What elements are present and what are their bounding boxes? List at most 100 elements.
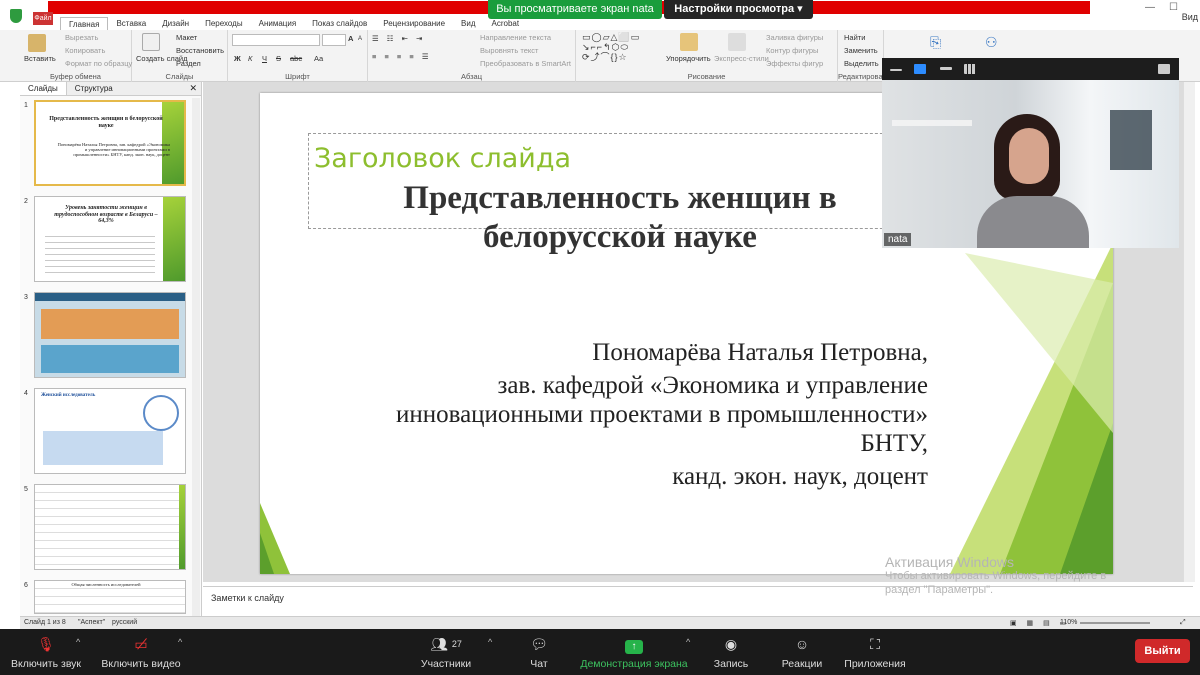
strike-button[interactable]: S [276, 54, 281, 63]
font-size-up-button[interactable]: A [348, 34, 353, 43]
tab-outline[interactable]: Структура [67, 82, 121, 95]
format-painter-button[interactable]: Формат по образцу [65, 59, 132, 68]
minimize-video-icon[interactable] [890, 69, 902, 71]
drawing-group-title: Рисование [687, 72, 726, 81]
strikethrough-abc-button[interactable]: abc [290, 54, 302, 63]
arrange-button[interactable]: Упорядочить [666, 54, 711, 63]
slide-thumbnail[interactable]: Уровень занятости женщин в трудоспособно… [34, 196, 186, 282]
slides-group: Создать слайд Макет Восстановить Раздел … [132, 30, 228, 82]
tab-acrobat[interactable]: Acrobat [484, 17, 528, 30]
close-icon[interactable]: ✕ [189, 83, 197, 94]
thumbnail-title: Уровень занятости женщин в трудоспособно… [54, 205, 158, 225]
layout-button[interactable]: Макет [176, 33, 197, 42]
copy-button[interactable]: Копировать [65, 46, 105, 55]
person-face [1009, 128, 1049, 184]
record-icon: ◉ [724, 636, 738, 652]
quick-styles-button[interactable]: Экспресс-стили [714, 54, 769, 63]
tab-view[interactable]: Вид [453, 17, 483, 30]
participant-video[interactable]: nata [882, 58, 1179, 248]
tab-slideshow[interactable]: Показ слайдов [304, 17, 375, 30]
slide-subtitle[interactable]: Пономарёва Наталья Петровна, зав. кафедр… [360, 338, 928, 495]
slide-thumbnail[interactable] [34, 484, 186, 570]
slide-thumbnail[interactable]: Женский исследователь [34, 388, 186, 474]
person-body [977, 196, 1089, 248]
tab-design[interactable]: Дизайн [154, 17, 197, 30]
audio-options-caret[interactable]: ^ [76, 637, 80, 647]
slide-thumbnail[interactable]: Представленность женщин в белорусской на… [34, 100, 186, 186]
view-label[interactable]: Вид [1182, 12, 1198, 22]
clipboard-group: Вставить Вырезать Копировать Формат по о… [20, 30, 132, 82]
align-text-button[interactable]: Выровнять текст [480, 46, 538, 55]
slides-panel: Слайды Структура ✕ 1 Представленность же… [20, 82, 202, 617]
acrobat-create-icon[interactable]: ⎘ [930, 34, 941, 51]
view-options-button[interactable]: Настройки просмотра ▾ [664, 0, 813, 19]
tab-insert[interactable]: Вставка [108, 17, 154, 30]
thumbnail-header-band [35, 293, 185, 301]
active-speaker-icon[interactable] [914, 64, 926, 74]
title-bar: Файл Вы просматриваете экран nata Настро… [0, 0, 1200, 25]
unmute-label: Включить звук [10, 658, 82, 670]
shape-effects-button[interactable]: Эффекты фигур [766, 59, 823, 68]
tab-review[interactable]: Рецензирование [375, 17, 453, 30]
reset-button[interactable]: Восстановить [176, 46, 224, 55]
slide-thumbnail[interactable]: Общая численность исследователей [34, 580, 186, 614]
reactions-button[interactable]: ☺ Реакции [778, 635, 826, 670]
tab-animation[interactable]: Анимация [251, 17, 305, 30]
participants-options-caret[interactable]: ^ [488, 637, 492, 647]
tab-home[interactable]: Главная [60, 17, 109, 30]
gallery-view-icon[interactable] [964, 64, 976, 74]
tab-transitions[interactable]: Переходы [197, 17, 251, 30]
paste-button[interactable]: Вставить [24, 54, 56, 63]
replace-button[interactable]: Заменить [844, 46, 878, 55]
share-screen-button[interactable]: ↑ Демонстрация экрана [578, 635, 690, 670]
change-case-button[interactable]: Aa [314, 54, 323, 63]
reactions-icon: ☺ [794, 636, 810, 652]
zoom-slider[interactable] [1080, 622, 1150, 624]
font-size-select[interactable] [322, 34, 346, 46]
smartart-button[interactable]: Преобразовать в SmartArt [480, 59, 571, 68]
font-group-title: Шрифт [285, 72, 310, 81]
leave-button[interactable]: Выйти [1135, 639, 1190, 663]
minimize-icon[interactable]: — [1145, 2, 1169, 13]
apps-button[interactable]: ⛶ Приложения [840, 635, 910, 670]
exit-floating-icon[interactable] [1158, 64, 1170, 74]
cut-button[interactable]: Вырезать [65, 33, 98, 42]
find-button[interactable]: Найти [844, 33, 865, 42]
chat-button[interactable]: 💬︎ Чат [524, 635, 554, 670]
record-button[interactable]: ◉ Запись [710, 635, 752, 670]
underline-button[interactable]: Ч [262, 54, 267, 63]
font-name-select[interactable] [232, 34, 320, 46]
section-button[interactable]: Раздел [176, 59, 201, 68]
slide-thumbnail[interactable] [34, 292, 186, 378]
shape-fill-button[interactable]: Заливка фигуры [766, 33, 823, 42]
file-tab[interactable]: Файл [33, 12, 53, 25]
video-options-caret[interactable]: ^ [178, 637, 182, 647]
tab-slides[interactable]: Слайды [20, 82, 67, 95]
subtitle-line: Пономарёва Наталья Петровна, [592, 339, 928, 366]
acrobat-share-icon[interactable]: ⚇ [985, 34, 998, 51]
share-options-caret[interactable]: ^ [686, 637, 690, 647]
list-buttons[interactable]: ☰ ☷ ⇤ ⇥ [372, 34, 425, 43]
language-indicator[interactable]: русский [112, 619, 137, 626]
thumbnail-infographic [41, 309, 179, 339]
vertical-scrollbar[interactable] [1183, 82, 1195, 582]
notes-placeholder: Заметки к слайду [211, 593, 284, 603]
select-button[interactable]: Выделить [844, 59, 879, 68]
security-shield-icon [10, 9, 22, 23]
bold-button[interactable]: Ж [234, 54, 241, 63]
panel-scrollbar[interactable] [192, 98, 200, 616]
italic-button[interactable]: К [248, 54, 252, 63]
start-video-button[interactable]: ▭̸ Включить видео [99, 635, 183, 670]
align-buttons[interactable]: ≡ ≡ ≡ ≡ ☰ [372, 52, 432, 61]
participants-button[interactable]: 👥︎ 27 Участники [418, 635, 474, 670]
shape-outline-button[interactable]: Контур фигуры [766, 46, 818, 55]
strip-view-icon[interactable] [940, 67, 952, 70]
fit-slide-icon[interactable]: ⤢ [1180, 619, 1186, 627]
slide-title[interactable]: Представленность женщин в белорусской на… [340, 179, 900, 257]
zoom-level[interactable]: 110% [1060, 619, 1077, 626]
font-size-down-button[interactable]: A [358, 36, 362, 42]
text-direction-button[interactable]: Направление текста [480, 33, 551, 42]
shapes-gallery[interactable]: ▭◯▱△⬜▭ ↘⌐⌐↰⬡⬭ ⟳⤴⌒{}☆ [582, 32, 640, 62]
unmute-button[interactable]: 🎙︎ Включить звук [8, 635, 84, 670]
background-shelf [892, 120, 972, 126]
